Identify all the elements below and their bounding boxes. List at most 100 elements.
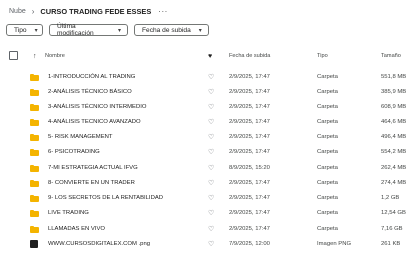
favorite-heart-icon[interactable]: ♡ <box>208 177 214 189</box>
upload-date: 2/9/2025, 17:47 <box>229 226 270 232</box>
folder-icon <box>30 223 39 235</box>
folder-icon-shape <box>30 194 39 202</box>
file-name: LIVE TRADING <box>48 210 89 216</box>
file-size: 554,2 MB <box>381 149 407 155</box>
file-type: Carpeta <box>317 104 338 110</box>
file-type: Carpeta <box>317 119 338 125</box>
file-name: LLAMADAS EN VIVO <box>48 226 105 232</box>
favorite-heart-icon[interactable]: ♡ <box>208 116 214 128</box>
filter-type-chip[interactable]: Tipo ▾ <box>6 24 43 36</box>
file-type: Carpeta <box>317 134 338 140</box>
column-header-type[interactable]: Tipo <box>317 50 328 62</box>
favorite-heart-icon[interactable]: ♡ <box>208 101 214 113</box>
filter-type-label: Tipo <box>14 26 27 34</box>
filter-upload-date-label: Fecha de subida <box>142 26 191 34</box>
image-icon <box>30 238 38 250</box>
file-type: Carpeta <box>317 226 338 232</box>
breadcrumb-root[interactable]: Nube <box>9 8 26 15</box>
file-name: 5- RISK MANAGEMENT <box>48 134 113 140</box>
upload-date: 2/9/2025, 17:47 <box>229 180 270 186</box>
favorite-heart-icon[interactable]: ♡ <box>208 71 214 83</box>
folder-icon <box>30 177 39 189</box>
upload-date: 2/9/2025, 17:47 <box>229 210 270 216</box>
file-name: 3-ANÁLISIS TÉCNICO INTERMEDIO <box>48 104 147 110</box>
table-row[interactable]: 5- RISK MANAGEMENT ♡ 2/9/2025, 17:47 Carpet… <box>0 131 416 143</box>
file-name: 6- PSICOTRADING <box>48 149 100 155</box>
favorite-heart-icon[interactable]: ♡ <box>208 162 214 174</box>
file-size: 274,4 MB <box>381 180 407 186</box>
folder-icon <box>30 192 39 204</box>
file-name: 4-ANÁLISIS TECNICO AVANZADO <box>48 119 141 125</box>
filter-modified-chip[interactable]: Última modificación ▾ <box>49 23 128 37</box>
favorite-heart-icon[interactable]: ♥ <box>208 50 212 62</box>
folder-icon-shape <box>30 103 39 111</box>
folder-icon-shape <box>30 179 39 187</box>
table-row[interactable]: 7-MI ESTRATEGIA ACTUAL IFVG ♡ 8/9/2025, 15… <box>0 162 416 174</box>
favorite-heart-icon[interactable]: ♡ <box>208 86 214 98</box>
table-row[interactable]: 2-ANÁLISIS TÉCNICO BÁSICO ♡ 2/9/2025, 17:4… <box>0 86 416 98</box>
breadcrumb: Nube › CURSO TRADING FEDE ESSES ··· <box>9 4 168 18</box>
file-type: Carpeta <box>317 74 338 80</box>
file-type: Carpeta <box>317 165 338 171</box>
file-type: Carpeta <box>317 89 338 95</box>
column-header-name[interactable]: Nombre <box>45 50 65 62</box>
favorite-heart-icon[interactable]: ♡ <box>208 238 214 250</box>
file-size: 1,2 GB <box>381 195 400 201</box>
upload-date: 8/9/2025, 15:20 <box>229 165 270 171</box>
table-row[interactable]: 6- PSICOTRADING ♡ 2/9/2025, 17:47 Carpeta 55… <box>0 146 416 158</box>
file-name: 1-INTRODUCCIÓN AL TRADING <box>48 74 136 80</box>
more-options-icon[interactable]: ··· <box>158 7 168 16</box>
table-row[interactable]: 1-INTRODUCCIÓN AL TRADING ♡ 2/9/2025, 17:4… <box>0 71 416 83</box>
file-type: Carpeta <box>317 180 338 186</box>
folder-icon <box>30 101 39 113</box>
file-type: Carpeta <box>317 210 338 216</box>
column-header-size[interactable]: Tamaño <box>381 50 401 62</box>
favorite-heart-icon[interactable]: ♡ <box>208 223 214 235</box>
folder-icon <box>30 116 39 128</box>
favorite-heart-icon[interactable]: ♡ <box>208 192 214 204</box>
folder-icon <box>30 146 39 158</box>
favorite-heart-icon[interactable]: ♡ <box>208 131 214 143</box>
select-all-checkbox[interactable] <box>9 51 18 60</box>
folder-icon <box>30 207 39 219</box>
table-row[interactable]: 8- CONVIERTE EN UN TRADER ♡ 2/9/2025, 17:4… <box>0 177 416 189</box>
column-header-date[interactable]: Fecha de subida <box>229 50 270 62</box>
sort-arrow-up-icon[interactable]: ↑ <box>33 50 37 62</box>
folder-icon-shape <box>30 73 39 81</box>
upload-date: 2/9/2025, 17:47 <box>229 195 270 201</box>
table-row[interactable]: WWW.CURSOSDIGITALEX.COM .png ♡ 7/9/2025, 1… <box>0 238 416 250</box>
folder-icon-shape <box>30 225 39 233</box>
upload-date: 2/9/2025, 17:47 <box>229 74 270 80</box>
table-row[interactable]: LIVE TRADING ♡ 2/9/2025, 17:47 Carpeta 12,54… <box>0 207 416 219</box>
file-name: 7-MI ESTRATEGIA ACTUAL IFVG <box>48 165 138 171</box>
file-size: 7,16 GB <box>381 226 403 232</box>
folder-icon <box>30 162 39 174</box>
favorite-heart-icon[interactable]: ♡ <box>208 207 214 219</box>
filter-bar: Tipo ▾ Última modificación ▾ Fecha de su… <box>6 23 209 37</box>
folder-icon <box>30 71 39 83</box>
file-size: 12,54 GB <box>381 210 406 216</box>
favorite-heart-icon[interactable]: ♡ <box>208 146 214 158</box>
breadcrumb-separator-icon: › <box>31 6 35 16</box>
file-size: 262,4 MB <box>381 165 407 171</box>
table-row[interactable]: 3-ANÁLISIS TÉCNICO INTERMEDIO ♡ 2/9/2025, … <box>0 101 416 113</box>
table-row[interactable]: LLAMADAS EN VIVO ♡ 2/9/2025, 17:47 Carpeta 7… <box>0 223 416 235</box>
page-title: CURSO TRADING FEDE ESSES <box>40 6 152 16</box>
file-name: 8- CONVIERTE EN UN TRADER <box>48 180 135 186</box>
folder-icon-shape <box>30 164 39 172</box>
upload-date: 7/9/2025, 12:00 <box>229 241 270 247</box>
file-name: 2-ANÁLISIS TÉCNICO BÁSICO <box>48 89 132 95</box>
file-type: Carpeta <box>317 195 338 201</box>
upload-date: 2/9/2025, 17:47 <box>229 134 270 140</box>
upload-date: 2/9/2025, 17:47 <box>229 119 270 125</box>
file-size: 261 KB <box>381 241 401 247</box>
file-type: Carpeta <box>317 149 338 155</box>
file-name: WWW.CURSOSDIGITALEX.COM .png <box>48 241 151 247</box>
file-name: 9- LOS SECRETOS DE LA RENTABILIDAD <box>48 195 164 201</box>
folder-icon-shape <box>30 209 39 217</box>
table-row[interactable]: 4-ANÁLISIS TECNICO AVANZADO ♡ 2/9/2025, 17… <box>0 116 416 128</box>
file-type: Imagen PNG <box>317 241 352 247</box>
file-size: 608,9 MB <box>381 104 407 110</box>
table-row[interactable]: 9- LOS SECRETOS DE LA RENTABILIDAD ♡ 2/9/2… <box>0 192 416 204</box>
filter-upload-date-chip[interactable]: Fecha de subida ▾ <box>134 24 209 36</box>
